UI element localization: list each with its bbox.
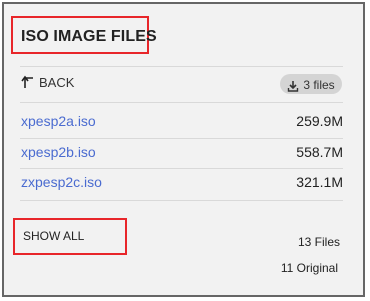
divider bbox=[20, 200, 343, 201]
file-link[interactable]: xpesp2a.iso bbox=[21, 113, 96, 129]
file-row: zxpesp2c.iso 321.1M bbox=[20, 168, 343, 199]
original-files-count: 11 Original bbox=[280, 261, 338, 275]
file-link[interactable]: zxpesp2c.iso bbox=[21, 174, 102, 190]
file-size: 558.7M bbox=[296, 144, 343, 160]
show-all-button[interactable]: SHOW ALL bbox=[23, 229, 84, 243]
file-link[interactable]: xpesp2b.iso bbox=[21, 144, 96, 160]
files-count-badge[interactable]: 3 files bbox=[280, 74, 342, 94]
panel-title: ISO IMAGE FILES bbox=[21, 28, 157, 45]
file-row: xpesp2a.iso 259.9M bbox=[20, 107, 343, 138]
divider bbox=[20, 66, 343, 67]
back-button[interactable]: BACK bbox=[21, 73, 74, 91]
back-label: BACK bbox=[39, 74, 75, 90]
file-row: xpesp2b.iso 558.7M bbox=[20, 138, 343, 169]
divider bbox=[20, 102, 343, 103]
file-size: 321.1M bbox=[296, 174, 343, 190]
total-files-count: 13 Files bbox=[297, 235, 340, 249]
file-size: 259.9M bbox=[296, 113, 343, 129]
return-arrow-icon bbox=[21, 74, 35, 90]
download-icon bbox=[287, 79, 299, 92]
files-badge-label: 3 files bbox=[303, 77, 335, 92]
